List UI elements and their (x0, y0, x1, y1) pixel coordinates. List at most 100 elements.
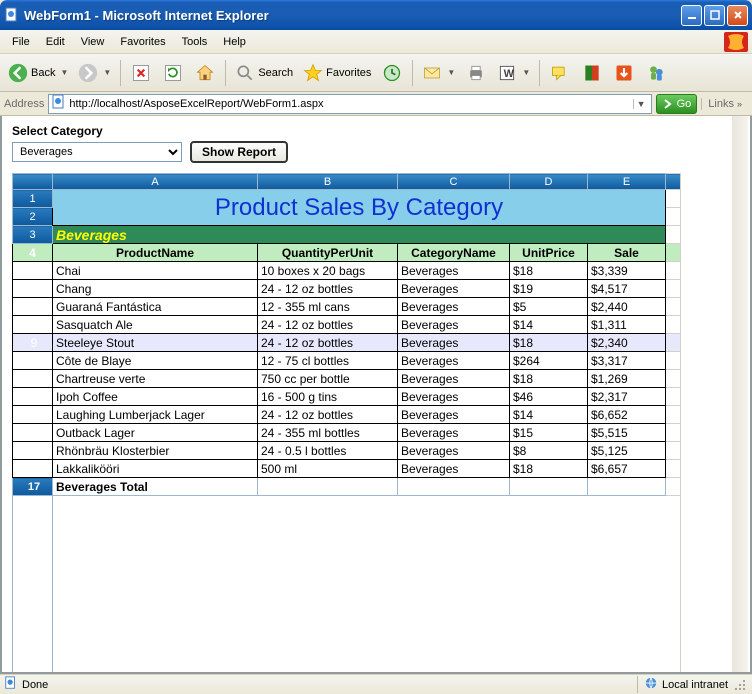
row-header[interactable]: 9 (13, 334, 53, 352)
row-header[interactable]: 2 (13, 208, 53, 226)
cell-qty[interactable]: 24 - 12 oz bottles (258, 316, 398, 334)
cell-product[interactable]: Ipoh Coffee (53, 388, 258, 406)
cell-sale[interactable]: $1,269 (588, 370, 666, 388)
cell-cat[interactable]: Beverages (398, 352, 510, 370)
cell-qty[interactable]: 500 ml (258, 460, 398, 478)
home-button[interactable] (190, 58, 220, 88)
cell-sale[interactable]: $2,440 (588, 298, 666, 316)
cell-product[interactable]: Guaraná Fantástica (53, 298, 258, 316)
row-header[interactable]: 16 (13, 460, 53, 478)
print-button[interactable] (461, 58, 491, 88)
col-sale[interactable]: Sale (588, 244, 666, 262)
cell-sale[interactable]: $4,517 (588, 280, 666, 298)
cell-sale[interactable]: $2,340 (588, 334, 666, 352)
cell-qty[interactable]: 10 boxes x 20 bags (258, 262, 398, 280)
menu-file[interactable]: File (4, 33, 38, 51)
column-header[interactable]: E (588, 174, 666, 190)
cell-qty[interactable]: 12 - 355 ml cans (258, 298, 398, 316)
cell-qty[interactable]: 24 - 0.5 l bottles (258, 442, 398, 460)
cell-qty[interactable]: 24 - 12 oz bottles (258, 406, 398, 424)
cell-sale[interactable]: $5,125 (588, 442, 666, 460)
cell-sale[interactable]: $5,515 (588, 424, 666, 442)
discuss-button[interactable] (545, 58, 575, 88)
cell-price[interactable]: $15 (510, 424, 588, 442)
research-button[interactable] (577, 58, 607, 88)
row-header[interactable]: 5 (13, 262, 53, 280)
row-header[interactable]: 12 (13, 388, 53, 406)
cell-qty[interactable]: 24 - 12 oz bottles (258, 280, 398, 298)
go-button[interactable]: Go (656, 94, 698, 114)
cell-cat[interactable]: Beverages (398, 388, 510, 406)
cell-price[interactable]: $18 (510, 262, 588, 280)
cell-product[interactable]: Steeleye Stout (53, 334, 258, 352)
cell-product[interactable]: Outback Lager (53, 424, 258, 442)
cell-price[interactable]: $264 (510, 352, 588, 370)
cell-cat[interactable]: Beverages (398, 424, 510, 442)
row-header[interactable]: 7 (13, 298, 53, 316)
cell-qty[interactable]: 16 - 500 g tins (258, 388, 398, 406)
cell-product[interactable]: Chai (53, 262, 258, 280)
close-button[interactable] (727, 5, 748, 26)
col-price[interactable]: UnitPrice (510, 244, 588, 262)
resize-grip-icon[interactable] (732, 677, 748, 693)
column-header[interactable]: A (53, 174, 258, 190)
cell-qty[interactable]: 750 cc per bottle (258, 370, 398, 388)
column-header[interactable]: D (510, 174, 588, 190)
cell-product[interactable]: Chartreuse verte (53, 370, 258, 388)
cell-product[interactable]: Rhönbräu Klosterbier (53, 442, 258, 460)
cell-price[interactable]: $18 (510, 460, 588, 478)
col-qty[interactable]: QuantityPerUnit (258, 244, 398, 262)
cell-cat[interactable]: Beverages (398, 280, 510, 298)
cell-cat[interactable]: Beverages (398, 370, 510, 388)
cell-sale[interactable]: $6,657 (588, 460, 666, 478)
cell-cat[interactable]: Beverages (398, 460, 510, 478)
cell-sale[interactable]: $6,652 (588, 406, 666, 424)
menu-favorites[interactable]: Favorites (112, 33, 173, 51)
search-button[interactable]: Search (231, 58, 297, 88)
row-header[interactable]: 10 (13, 352, 53, 370)
cell-price[interactable]: $14 (510, 406, 588, 424)
cell-product[interactable]: Chang (53, 280, 258, 298)
cell-price[interactable]: $18 (510, 370, 588, 388)
cell-cat[interactable]: Beverages (398, 262, 510, 280)
column-header[interactable]: C (398, 174, 510, 190)
row-header[interactable]: 4 (13, 244, 53, 262)
row-header[interactable]: 1 (13, 190, 53, 208)
extension-button-1[interactable] (609, 58, 639, 88)
show-report-button[interactable]: Show Report (190, 141, 288, 163)
column-header[interactable]: B (258, 174, 398, 190)
messenger-button[interactable] (641, 58, 671, 88)
cell-cat[interactable]: Beverages (398, 442, 510, 460)
cell-price[interactable]: $18 (510, 334, 588, 352)
cell-sale[interactable]: $1,311 (588, 316, 666, 334)
cell-price[interactable]: $8 (510, 442, 588, 460)
row-header[interactable]: 3 (13, 226, 53, 244)
cell-product[interactable]: Côte de Blaye (53, 352, 258, 370)
menu-view[interactable]: View (73, 33, 113, 51)
refresh-button[interactable] (158, 58, 188, 88)
col-product[interactable]: ProductName (53, 244, 258, 262)
row-header[interactable]: 11 (13, 370, 53, 388)
history-button[interactable] (377, 58, 407, 88)
links-toolbar[interactable]: Links » (701, 98, 748, 110)
total-label[interactable]: Beverages Total (53, 478, 258, 496)
cell-price[interactable]: $5 (510, 298, 588, 316)
cell-cat[interactable]: Beverages (398, 406, 510, 424)
back-button[interactable]: Back ▼ (4, 58, 72, 88)
cell-price[interactable]: $46 (510, 388, 588, 406)
address-dropdown[interactable]: ▼ (633, 99, 649, 109)
menu-tools[interactable]: Tools (174, 33, 216, 51)
column-header-empty[interactable] (666, 174, 681, 190)
cell-qty[interactable]: 12 - 75 cl bottles (258, 352, 398, 370)
report-title[interactable]: Product Sales By Category (53, 190, 666, 226)
row-header[interactable]: 13 (13, 406, 53, 424)
cell-sale[interactable]: $2,317 (588, 388, 666, 406)
forward-button[interactable]: ▼ (74, 58, 115, 88)
cell-product[interactable]: Lakkalikööri (53, 460, 258, 478)
cell-price[interactable]: $19 (510, 280, 588, 298)
favorites-button[interactable]: Favorites (299, 58, 375, 88)
cell-cat[interactable]: Beverages (398, 298, 510, 316)
vertical-scrollbar[interactable] (732, 116, 748, 672)
category-select[interactable]: Beverages (12, 142, 182, 162)
cell-cat[interactable]: Beverages (398, 334, 510, 352)
